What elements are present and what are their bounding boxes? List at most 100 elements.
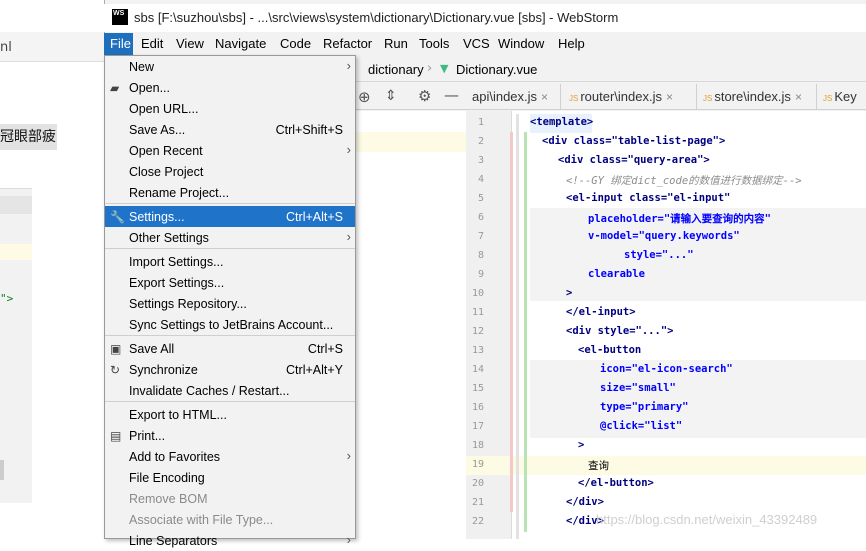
code-line: icon="el-icon-search": [600, 363, 733, 375]
code-line: </el-input>: [566, 306, 636, 318]
menu-item-label: Print...: [129, 429, 166, 443]
line-number: 18: [471, 440, 484, 451]
menu-item-new[interactable]: New ›: [105, 56, 355, 77]
menu-item-shortcut: Ctrl+Alt+S: [286, 210, 343, 224]
menu-item-synchronize[interactable]: ↻ Synchronize Ctrl+Alt+Y: [105, 359, 355, 380]
indent-guide: [516, 114, 519, 539]
vue-file-icon: ▼: [440, 62, 449, 75]
chevron-right-icon: ›: [346, 58, 351, 73]
menu-item-print[interactable]: ▤ Print...: [105, 425, 355, 446]
menu-item-invalidate-caches-restart[interactable]: Invalidate Caches / Restart...: [105, 380, 355, 401]
project-pane[interactable]: [356, 111, 466, 539]
menu-item-export-to-html[interactable]: Export to HTML...: [105, 404, 355, 425]
background-highlight: [0, 244, 32, 260]
code-line: <div style="...">: [566, 325, 674, 337]
code-line: v-model="query.keywords": [588, 230, 740, 242]
tab-store-index[interactable]: JS store\index.js ×: [697, 84, 817, 110]
menu-item-shortcut: Ctrl+Alt+Y: [286, 363, 343, 377]
line-number: 10: [471, 288, 484, 299]
code-line: <div class="query-area">: [558, 154, 710, 166]
menu-item-add-to-favorites[interactable]: Add to Favorites ›: [105, 446, 355, 467]
menu-item-open-recent[interactable]: Open Recent ›: [105, 140, 355, 161]
change-marker: [510, 132, 513, 512]
menu-refactor[interactable]: Refactor: [323, 36, 372, 51]
menu-run[interactable]: Run: [384, 36, 408, 51]
menu-item-label: Save As...: [129, 123, 186, 137]
menu-item-rename-project[interactable]: Rename Project...: [105, 182, 355, 203]
line-number: 20: [471, 478, 484, 489]
line-number: 4: [477, 174, 484, 185]
menu-view[interactable]: View: [176, 36, 204, 51]
crosshair-icon[interactable]: ⊕: [358, 88, 371, 106]
menu-item-settings[interactable]: 🔧 Settings... Ctrl+Alt+S: [105, 206, 355, 227]
menu-item-save-as[interactable]: Save As... Ctrl+Shift+S: [105, 119, 355, 140]
menu-item-line-separators[interactable]: Line Separators ›: [105, 530, 355, 551]
menu-edit[interactable]: Edit: [141, 36, 163, 51]
indent-guide: [524, 132, 527, 532]
code-line: @click="list": [600, 420, 683, 432]
tab-api-index[interactable]: api\index.js ×: [466, 84, 561, 110]
menu-navigate[interactable]: Navigate: [215, 36, 266, 51]
menu-vcs[interactable]: VCS: [463, 36, 490, 51]
menu-item-label: Export to HTML...: [129, 408, 227, 422]
menu-item-save-all[interactable]: ▣ Save All Ctrl+S: [105, 338, 355, 359]
save-icon: ▣: [110, 342, 122, 356]
close-icon[interactable]: ×: [795, 90, 802, 104]
menu-help[interactable]: Help: [558, 36, 585, 51]
background-code-fragment: ">: [0, 292, 14, 305]
menu-item-export-settings[interactable]: Export Settings...: [105, 272, 355, 293]
collapse-icon[interactable]: ⇕: [385, 88, 397, 104]
menu-window[interactable]: Window: [498, 36, 544, 51]
line-number: 21: [471, 497, 484, 508]
code-line: style="...": [624, 249, 694, 261]
minimize-icon[interactable]: —: [444, 86, 459, 104]
menu-tools[interactable]: Tools: [419, 36, 449, 51]
menu-item-open-url[interactable]: Open URL...: [105, 98, 355, 119]
menu-item-label: Close Project: [129, 165, 204, 179]
menu-file[interactable]: File: [104, 33, 133, 55]
tab-label: Key: [834, 89, 857, 104]
tab-router-index[interactable]: JS router\index.js ×: [561, 84, 697, 110]
line-number: 15: [471, 383, 484, 394]
chevron-right-icon: ›: [346, 142, 351, 157]
menu-code[interactable]: Code: [280, 36, 311, 51]
js-file-icon: JS: [823, 94, 833, 103]
menu-item-close-project[interactable]: Close Project: [105, 161, 355, 182]
menu-item-label: Open...: [129, 81, 170, 95]
tab-key[interactable]: JS Key: [817, 84, 866, 110]
tab-label: api\index.js: [472, 89, 538, 104]
close-icon[interactable]: ×: [541, 90, 548, 104]
gear-icon[interactable]: ⚙: [418, 87, 431, 105]
menu-item-sync-settings-to-jetbrains-account[interactable]: Sync Settings to JetBrains Account...: [105, 314, 355, 335]
wrench-icon: 🔧: [110, 210, 125, 224]
breadcrumb-file[interactable]: Dictionary.vue: [456, 62, 537, 77]
chevron-right-icon: ›: [346, 229, 351, 244]
breadcrumb-folder[interactable]: dictionary: [368, 62, 424, 77]
chevron-right-icon: ›: [346, 448, 351, 463]
code-line: </el-button>: [578, 477, 654, 489]
line-number: 5: [477, 193, 484, 204]
menu-item-open[interactable]: ▰ Open...: [105, 77, 355, 98]
tab-label: store\index.js: [714, 89, 791, 104]
menu-item-label: Open Recent: [129, 144, 203, 158]
line-number: 8: [477, 250, 484, 261]
line-number: 12: [471, 326, 484, 337]
menu-separator: [105, 248, 355, 249]
menu-item-associate-with-file-type: Associate with File Type...: [105, 509, 355, 530]
tab-label: router\index.js: [580, 89, 662, 104]
line-number: 6: [477, 212, 484, 223]
line-number: 17: [471, 421, 484, 432]
line-number: 1: [477, 117, 484, 128]
menu-item-other-settings[interactable]: Other Settings ›: [105, 227, 355, 248]
menu-item-import-settings[interactable]: Import Settings...: [105, 251, 355, 272]
menu-separator: [105, 335, 355, 336]
code-line: clearable: [588, 268, 645, 280]
menu-item-label: Line Separators: [129, 534, 218, 548]
menu-item-settings-repository[interactable]: Settings Repository...: [105, 293, 355, 314]
code-line: <div class="table-list-page">: [542, 135, 726, 147]
menu-item-file-encoding[interactable]: File Encoding: [105, 467, 355, 488]
menu-item-remove-bom: Remove BOM: [105, 488, 355, 509]
menu-separator: [105, 203, 355, 204]
close-icon[interactable]: ×: [666, 90, 673, 104]
line-number: 16: [471, 402, 484, 413]
